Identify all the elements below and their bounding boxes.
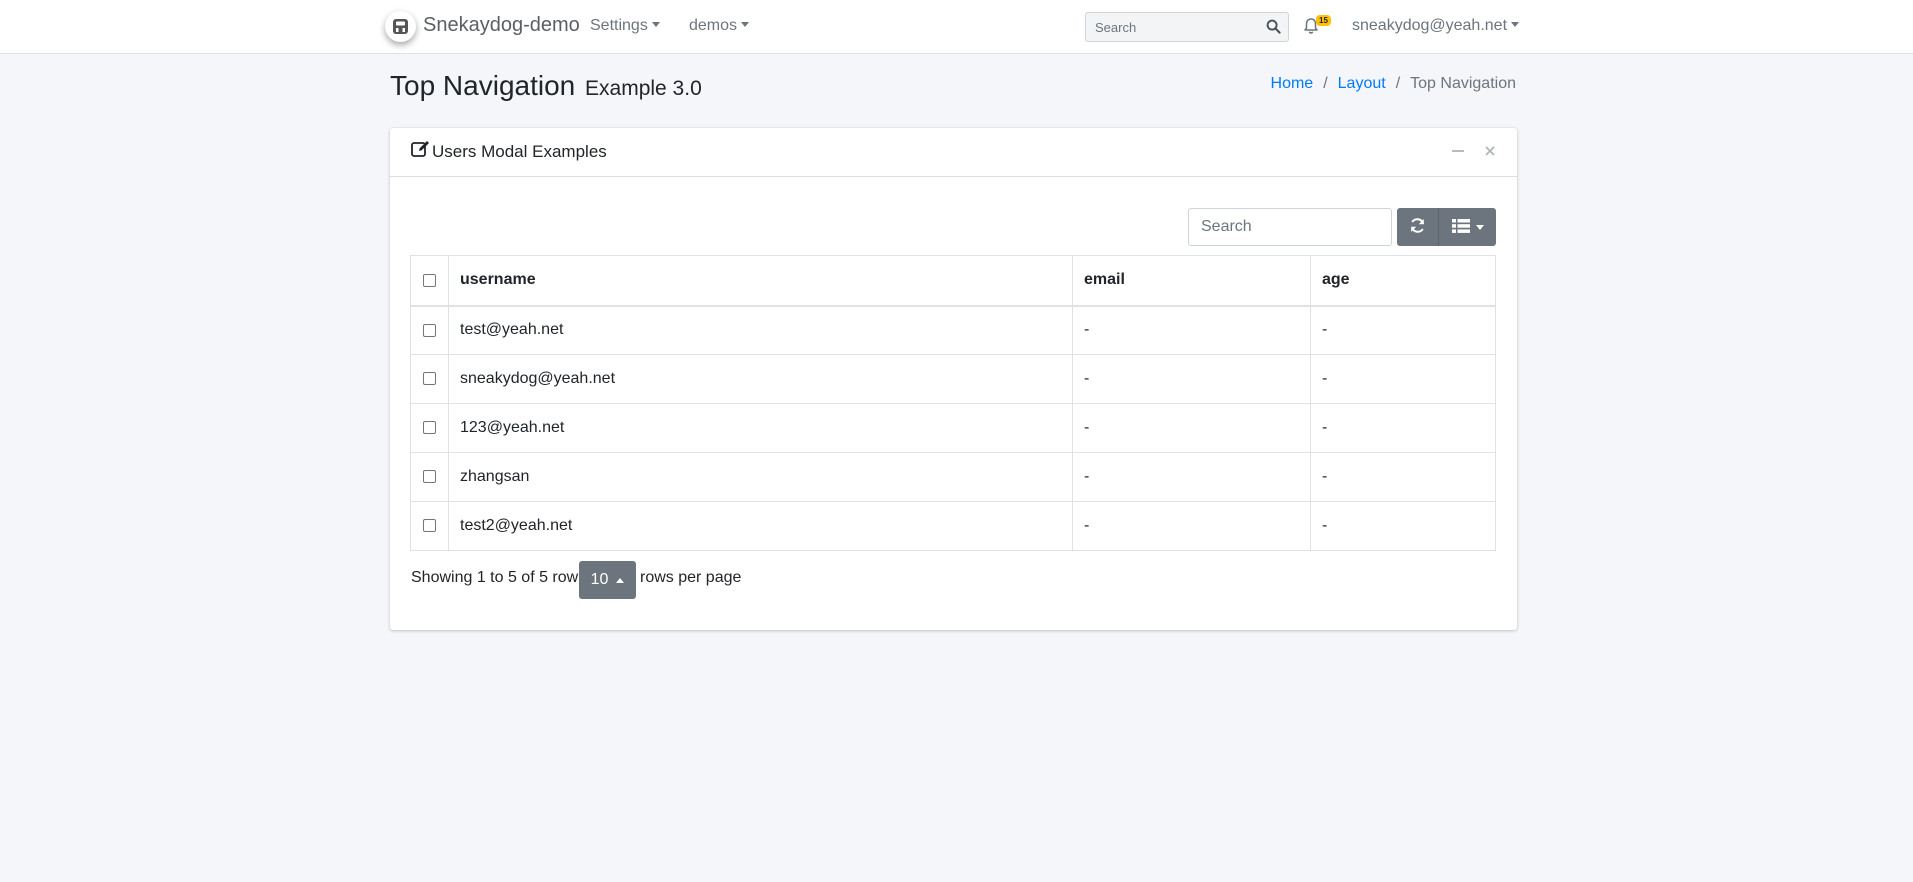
top-navbar: Snekaydog-demo Settings demos 15 sneakyd… xyxy=(0,0,1913,54)
breadcrumb-current: Top Navigation xyxy=(1410,75,1516,92)
cell-age: - xyxy=(1310,452,1496,502)
columns-toggle-button[interactable] xyxy=(1439,208,1496,246)
nav-item-settings-label: Settings xyxy=(590,17,648,34)
table-header-row: username email age xyxy=(410,255,1496,307)
page-title-text: Top Navigation xyxy=(390,70,576,101)
notification-badge: 15 xyxy=(1316,15,1331,26)
cell-age: - xyxy=(1310,305,1496,355)
table-toolbar xyxy=(1397,208,1496,246)
nav-item-demos[interactable]: demos xyxy=(689,17,750,35)
row-checkbox[interactable] xyxy=(423,372,436,386)
card-title-text: Users Modal Examples xyxy=(432,141,607,161)
select-all-cell xyxy=(410,255,449,307)
row-select-cell xyxy=(410,403,449,453)
rows-per-page-label: rows per page xyxy=(640,569,742,586)
breadcrumb-separator: / xyxy=(1323,75,1328,92)
column-header-email[interactable]: email xyxy=(1072,255,1311,307)
cell-username: zhangsan xyxy=(448,452,1073,502)
cell-email: - xyxy=(1072,305,1311,355)
list-icon xyxy=(1451,218,1470,236)
cell-username: test2@yeah.net xyxy=(448,501,1073,551)
navbar-search xyxy=(1085,12,1289,42)
page-subtitle: Example 3.0 xyxy=(585,77,702,100)
breadcrumb-separator: / xyxy=(1395,75,1401,92)
column-header-age[interactable]: age xyxy=(1310,255,1496,307)
navbar-search-input[interactable] xyxy=(1086,13,1256,41)
table-row: test2@yeah.net - - xyxy=(410,501,1496,551)
column-header-username[interactable]: username xyxy=(448,255,1073,307)
breadcrumb-layout[interactable]: Layout xyxy=(1338,75,1386,93)
cell-username: 123@yeah.net xyxy=(448,403,1073,453)
nav-item-settings[interactable]: Settings xyxy=(590,17,660,35)
minus-icon[interactable] xyxy=(1449,142,1467,160)
cell-age: - xyxy=(1310,354,1496,404)
chevron-down-icon xyxy=(1511,21,1520,27)
users-card: Users Modal Examples Search username ema… xyxy=(390,128,1517,630)
row-checkbox[interactable] xyxy=(423,323,436,337)
row-select-cell xyxy=(410,452,449,502)
cell-age: - xyxy=(1310,403,1496,453)
table-row: 123@yeah.net - - xyxy=(410,403,1496,453)
cell-email: - xyxy=(1072,403,1311,453)
cell-age: - xyxy=(1310,501,1496,551)
chevron-up-icon xyxy=(616,577,625,583)
table-search-input[interactable] xyxy=(1188,208,1392,246)
chevron-down-icon xyxy=(1475,224,1484,230)
refresh-icon xyxy=(1409,217,1426,237)
page-title: Top Navigation Example 3.0 xyxy=(390,70,702,102)
search-icon[interactable] xyxy=(1266,19,1282,35)
close-icon[interactable] xyxy=(1481,142,1499,160)
page-size-value: 10 xyxy=(590,571,609,588)
row-checkbox[interactable] xyxy=(423,421,436,435)
page-size-dropdown[interactable]: 10 xyxy=(579,561,636,599)
chevron-down-icon xyxy=(651,21,660,27)
cell-email: - xyxy=(1072,354,1311,404)
user-menu[interactable]: sneakydog@yeah.net xyxy=(1352,17,1520,35)
row-select-cell xyxy=(410,501,449,551)
brand-name[interactable]: Snekaydog-demo xyxy=(423,14,580,37)
pagination-info: Showing 1 to 5 of 5 rows xyxy=(411,569,587,586)
card-header: Users Modal Examples xyxy=(390,128,1517,177)
row-checkbox[interactable] xyxy=(423,519,436,533)
user-menu-label: sneakydog@yeah.net xyxy=(1352,17,1508,34)
row-select-cell xyxy=(410,354,449,404)
table-row: test@yeah.net - - xyxy=(410,305,1496,355)
edit-icon xyxy=(411,140,432,163)
breadcrumb-home[interactable]: Home xyxy=(1271,75,1314,93)
nav-item-demos-label: demos xyxy=(689,17,738,34)
table-row: sneakydog@yeah.net - - xyxy=(410,354,1496,404)
cell-username: test@yeah.net xyxy=(448,305,1073,355)
cell-email: - xyxy=(1072,452,1311,502)
breadcrumb: Home / Layout / Top Navigation xyxy=(1271,75,1516,93)
select-all-checkbox[interactable] xyxy=(423,273,436,287)
row-checkbox[interactable] xyxy=(423,470,436,484)
cell-email: - xyxy=(1072,501,1311,551)
refresh-button[interactable] xyxy=(1397,208,1439,246)
brand-logo-icon[interactable] xyxy=(385,11,416,42)
chevron-down-icon xyxy=(741,21,750,27)
cell-username: sneakydog@yeah.net xyxy=(448,354,1073,404)
users-table: username email age test@yeah.net - - sne… xyxy=(410,255,1496,551)
table-row: zhangsan - - xyxy=(410,452,1496,502)
row-select-cell xyxy=(410,305,449,355)
card-title: Users Modal Examples xyxy=(411,140,607,163)
